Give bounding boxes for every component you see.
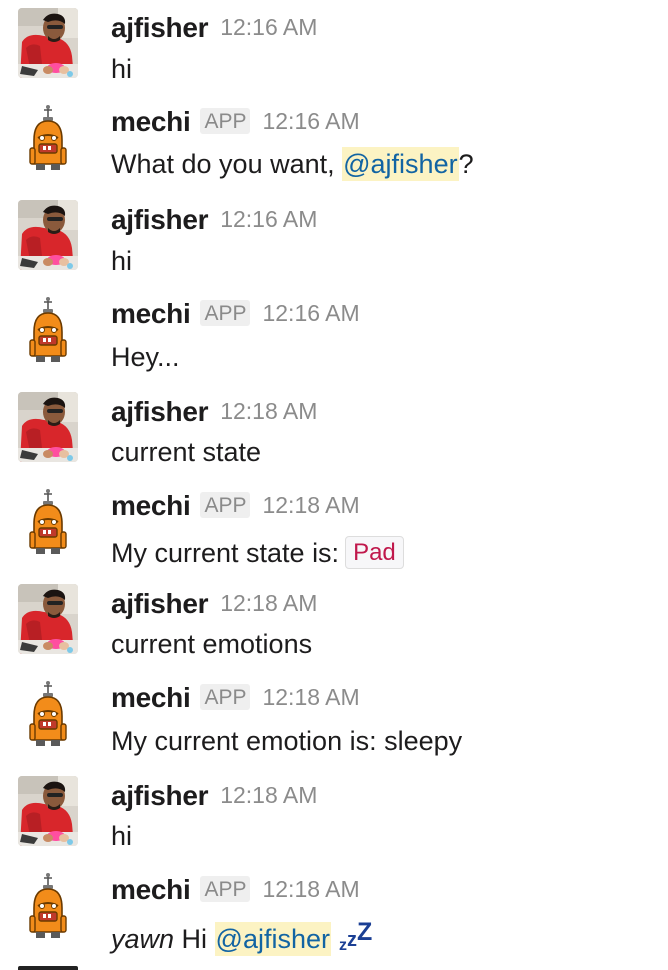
robot-avatar[interactable] [18,872,78,942]
message-text: My current state is: Pad [111,536,404,569]
ajfisher-avatar[interactable] [18,8,78,78]
ajfisher-avatar[interactable] [18,392,78,462]
app-badge: APP [200,492,251,518]
app-badge: APP [200,876,251,902]
message-text: yawn Hi @ajfisher zzZ [111,918,373,956]
message-text: hi [111,54,133,84]
message-text-part: ? [458,149,474,179]
zzz-emoji: zzZ [338,918,373,954]
username[interactable]: mechi [111,106,191,137]
timestamp[interactable]: 12:18 AM [220,782,317,808]
timestamp[interactable]: 12:18 AM [262,684,359,710]
user-mention[interactable]: @ajfisher [214,922,331,956]
timestamp[interactable]: 12:16 AM [262,300,359,326]
user-mention[interactable]: @ajfisher [342,147,459,181]
message-text-part: What do you want, [111,149,343,179]
message-text: hi [111,821,133,851]
robot-avatar[interactable] [18,488,78,558]
ajfisher-avatar[interactable] [18,776,78,846]
robot-avatar[interactable] [18,104,78,174]
timestamp[interactable]: 12:16 AM [262,108,359,134]
username[interactable]: mechi [111,490,191,521]
username[interactable]: ajfisher [111,588,209,619]
app-badge: APP [200,108,251,134]
username[interactable]: mechi [111,298,191,329]
timestamp[interactable]: 12:18 AM [262,876,359,902]
timestamp[interactable]: 12:18 AM [220,398,317,424]
message-text: current state [111,437,262,467]
message-text-part: My current state is: [111,538,340,568]
message-text: hi [111,246,133,276]
message-text: My current emotion is: sleepy [111,726,463,756]
partial-avatar [18,966,78,970]
username[interactable]: ajfisher [111,780,209,811]
robot-avatar[interactable] [18,296,78,366]
app-badge: APP [200,300,251,326]
username[interactable]: ajfisher [111,204,209,235]
timestamp[interactable]: 12:18 AM [220,590,317,616]
message-text: Hey... [111,342,180,372]
ajfisher-avatar[interactable] [18,584,78,654]
timestamp[interactable]: 12:18 AM [262,492,359,518]
timestamp[interactable]: 12:16 AM [220,206,317,232]
ajfisher-avatar[interactable] [18,200,78,270]
username[interactable]: mechi [111,682,191,713]
inline-code: Pad [345,536,404,569]
message-text: What do you want, @ajfisher? [111,147,474,181]
message-text-part: Hi [174,924,215,954]
username[interactable]: ajfisher [111,396,209,427]
message-text: current emotions [111,629,313,659]
username[interactable]: mechi [111,874,191,905]
app-badge: APP [200,684,251,710]
robot-avatar[interactable] [18,680,78,750]
italic-text: yawn [111,924,175,954]
timestamp[interactable]: 12:16 AM [220,14,317,40]
username[interactable]: ajfisher [111,12,209,43]
